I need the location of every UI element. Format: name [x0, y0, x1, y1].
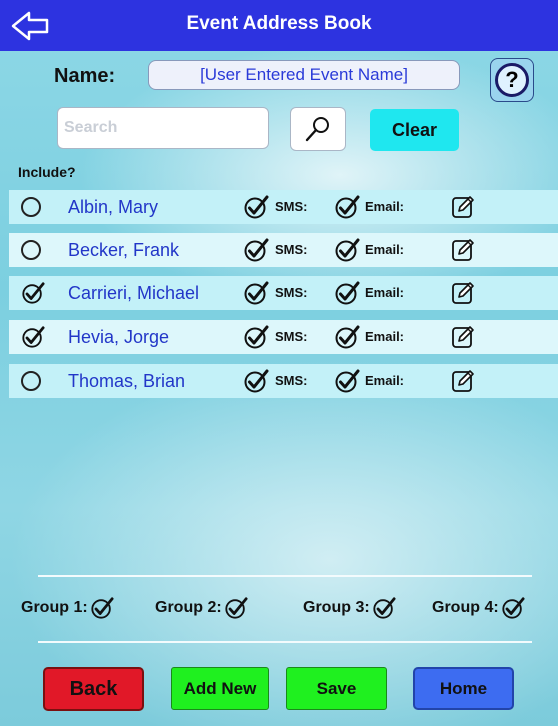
email-label: Email:	[365, 242, 405, 257]
help-icon: ?	[495, 63, 529, 97]
name-label: Name:	[54, 65, 116, 87]
include-checked-icon[interactable]	[21, 281, 45, 305]
sms-check-icon[interactable]	[243, 324, 269, 350]
group-label: Group 1:	[21, 599, 88, 616]
include-radio[interactable]	[21, 240, 41, 260]
group-check-icon[interactable]	[372, 596, 396, 620]
include-checked-icon[interactable]	[21, 325, 45, 349]
email-check-icon[interactable]	[334, 324, 360, 350]
contact-name[interactable]: Hevia, Jorge	[68, 327, 169, 348]
contact-row[interactable]: Hevia, Jorge SMS: Email:	[9, 320, 558, 354]
include-radio[interactable]	[21, 197, 41, 217]
edit-icon[interactable]	[451, 195, 475, 219]
event-name-field[interactable]: [User Entered Event Name]	[148, 60, 460, 90]
search-button[interactable]	[290, 107, 346, 151]
event-address-book-screen: Event Address Book Name: [User Entered E…	[0, 0, 558, 726]
add-new-button[interactable]: Add New	[171, 667, 269, 710]
edit-icon[interactable]	[451, 281, 475, 305]
sms-check-icon[interactable]	[243, 194, 269, 220]
clear-button[interactable]: Clear	[370, 109, 459, 151]
search-input[interactable]: Search	[57, 107, 269, 149]
email-check-icon[interactable]	[334, 368, 360, 394]
group-label: Group 2:	[155, 599, 222, 616]
contact-row[interactable]: Albin, Mary SMS: Email:	[9, 190, 558, 224]
group-check-icon[interactable]	[90, 596, 114, 620]
page-title: Event Address Book	[186, 13, 372, 34]
contact-name[interactable]: Becker, Frank	[68, 240, 179, 261]
group-3[interactable]: Group 3:	[303, 596, 396, 620]
group-check-icon[interactable]	[501, 596, 525, 620]
contact-name[interactable]: Albin, Mary	[68, 197, 158, 218]
email-label: Email:	[365, 199, 405, 214]
contact-row[interactable]: Becker, Frank SMS: Email:	[9, 233, 558, 267]
email-label: Email:	[365, 329, 405, 344]
edit-icon[interactable]	[451, 325, 475, 349]
edit-icon[interactable]	[451, 369, 475, 393]
email-check-icon[interactable]	[334, 280, 360, 306]
home-button[interactable]: Home	[413, 667, 514, 710]
email-label: Email:	[365, 285, 405, 300]
group-1[interactable]: Group 1:	[21, 596, 114, 620]
sms-label: SMS:	[275, 242, 308, 257]
magnifier-icon	[305, 117, 329, 142]
sms-label: SMS:	[275, 199, 308, 214]
sms-check-icon[interactable]	[243, 237, 269, 263]
group-label: Group 4:	[432, 599, 499, 616]
back-button[interactable]: Back	[43, 667, 144, 711]
email-label: Email:	[365, 373, 405, 388]
edit-icon[interactable]	[451, 238, 475, 262]
email-check-icon[interactable]	[334, 237, 360, 263]
group-label: Group 3:	[303, 599, 370, 616]
sms-label: SMS:	[275, 285, 308, 300]
contact-name[interactable]: Carrieri, Michael	[68, 283, 199, 304]
include-column-label: Include?	[18, 164, 76, 180]
group-4[interactable]: Group 4:	[432, 596, 525, 620]
divider	[38, 641, 532, 643]
help-button[interactable]: ?	[490, 58, 534, 102]
sms-check-icon[interactable]	[243, 280, 269, 306]
group-check-icon[interactable]	[224, 596, 248, 620]
group-2[interactable]: Group 2:	[155, 596, 248, 620]
contact-row[interactable]: Thomas, Brian SMS: Email:	[9, 364, 558, 398]
save-button[interactable]: Save	[286, 667, 387, 710]
contact-name[interactable]: Thomas, Brian	[68, 371, 185, 392]
divider	[38, 575, 532, 577]
sms-check-icon[interactable]	[243, 368, 269, 394]
contact-row[interactable]: Carrieri, Michael SMS: Email:	[9, 276, 558, 310]
title-bar: Event Address Book	[0, 0, 558, 51]
sms-label: SMS:	[275, 373, 308, 388]
include-radio[interactable]	[21, 371, 41, 391]
sms-label: SMS:	[275, 329, 308, 344]
email-check-icon[interactable]	[334, 194, 360, 220]
